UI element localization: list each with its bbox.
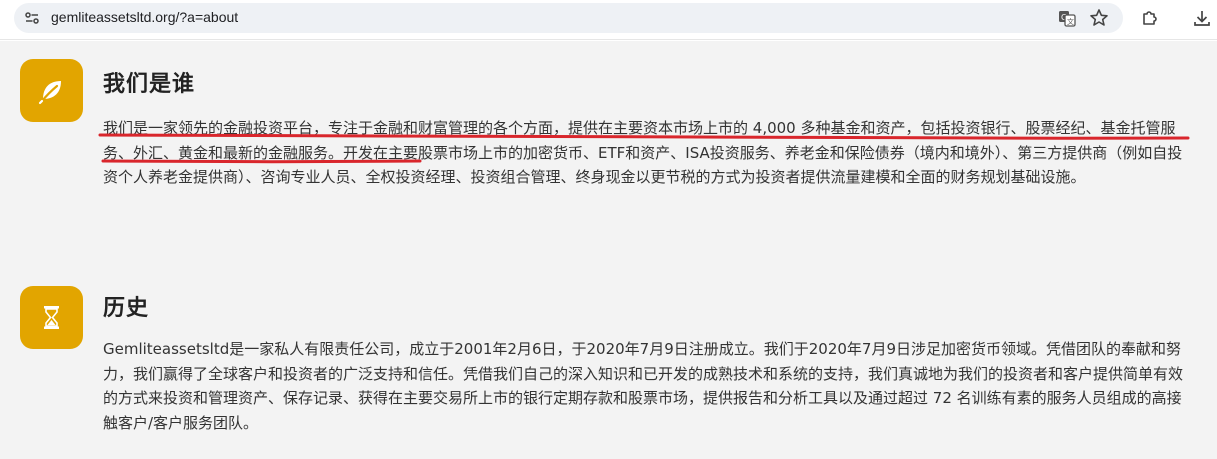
who-we-are-icon-tile	[20, 59, 83, 122]
site-info-icon[interactable]	[24, 10, 40, 26]
section-body-who-we-are: 我们是一家领先的金融投资平台，专注于金融和财富管理的各个方面，提供在主要资本市场…	[103, 116, 1193, 190]
section-body-history: Gemliteassetsltd是一家私人有限责任公司，成立于2001年2月6日…	[103, 340, 1184, 432]
extensions-icon[interactable]	[1140, 8, 1160, 28]
address-bar[interactable]: gemliteassetsltd.org/?a=about G 文	[14, 3, 1123, 33]
browser-toolbar: gemliteassetsltd.org/?a=about G 文	[0, 0, 1217, 40]
download-icon[interactable]	[1192, 8, 1212, 28]
history-icon-tile	[20, 286, 83, 349]
section-title-who-we-are: 我们是谁	[103, 72, 196, 97]
bookmark-star-icon[interactable]	[1089, 8, 1109, 28]
translate-icon[interactable]: G 文	[1057, 8, 1077, 28]
leaf-icon	[38, 81, 61, 105]
page-content: 我们是谁 我们是一家领先的金融投资平台，专注于金融和财富管理的各个方面，提供在主…	[0, 41, 1217, 459]
svg-text:文: 文	[1067, 17, 1074, 26]
section-title-history: 历史	[103, 296, 150, 321]
url-text[interactable]: gemliteassetsltd.org/?a=about	[51, 9, 238, 25]
hourglass-icon	[44, 306, 59, 329]
